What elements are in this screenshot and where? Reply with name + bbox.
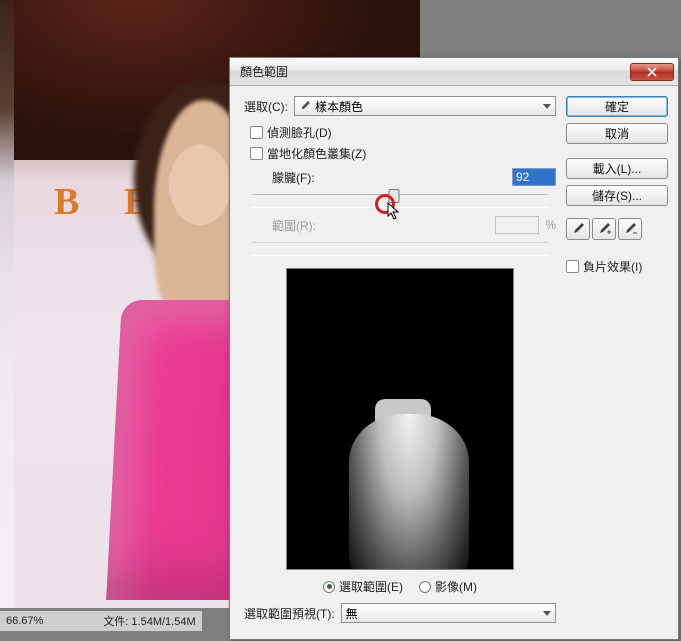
color-range-dialog: 顏色範圍 選取(C): 樣本顏色 偵測臉孔(D) 當地化顏色叢集(Z) (229, 57, 679, 640)
dialog-titlebar[interactable]: 顏色範圍 (230, 58, 678, 86)
doc-info: 文件: 1.54M/1.54M (103, 613, 195, 629)
eyedropper-icon (299, 100, 311, 112)
close-button[interactable] (630, 63, 674, 81)
load-button[interactable]: 載入(L)... (566, 158, 668, 179)
save-button[interactable]: 儲存(S)... (566, 185, 668, 206)
eyedropper-sample-button[interactable] (566, 218, 590, 240)
localized-clusters-label: 當地化顏色叢集(Z) (267, 145, 366, 162)
detect-faces-checkbox[interactable] (250, 126, 263, 139)
select-method-value: 樣本顏色 (315, 98, 363, 115)
fuzziness-label: 朦朧(F): (272, 169, 315, 186)
dialog-title: 顏色範圍 (240, 63, 630, 80)
ok-button[interactable]: 確定 (566, 96, 668, 117)
preview-mode-selection-label: 選取範圍(E) (339, 578, 403, 595)
range-input (495, 216, 539, 234)
status-bar: 66.67% 文件: 1.54M/1.54M (0, 611, 202, 631)
eyedropper-plus-icon (597, 222, 611, 236)
selection-preview-value: 無 (346, 605, 358, 622)
eyedropper-icon (571, 222, 585, 236)
localized-clusters-checkbox[interactable] (250, 147, 263, 160)
invert-checkbox[interactable] (566, 260, 579, 273)
fuzziness-input[interactable] (512, 168, 556, 186)
invert-label: 負片效果(I) (583, 258, 642, 275)
eyedropper-add-button[interactable] (592, 218, 616, 240)
chevron-down-icon (543, 611, 551, 616)
selection-preview-dropdown[interactable]: 無 (341, 603, 556, 623)
select-label: 選取(C): (244, 98, 288, 115)
range-slider (252, 242, 548, 256)
fuzziness-slider-thumb[interactable] (389, 189, 400, 203)
preview-region (349, 414, 469, 570)
selection-preview[interactable] (286, 268, 514, 570)
eyedropper-minus-icon (623, 222, 637, 236)
chevron-down-icon (543, 104, 551, 109)
detect-faces-label: 偵測臉孔(D) (267, 124, 332, 141)
eyedropper-subtract-button[interactable] (618, 218, 642, 240)
photo-region (169, 145, 231, 225)
preview-mode-image-label: 影像(M) (435, 578, 477, 595)
cancel-button[interactable]: 取消 (566, 123, 668, 144)
preview-mode-selection-radio[interactable] (323, 581, 335, 593)
photo-text: B (54, 180, 79, 224)
zoom-level[interactable]: 66.67% (6, 615, 43, 627)
fuzziness-slider[interactable] (252, 194, 548, 208)
selection-preview-label: 選取範圍預視(T): (244, 605, 335, 622)
close-icon (647, 67, 657, 77)
preview-mode-image-radio[interactable] (419, 581, 431, 593)
range-unit: % (545, 218, 556, 232)
select-method-dropdown[interactable]: 樣本顏色 (294, 96, 556, 116)
range-label: 範圍(R): (272, 217, 316, 234)
